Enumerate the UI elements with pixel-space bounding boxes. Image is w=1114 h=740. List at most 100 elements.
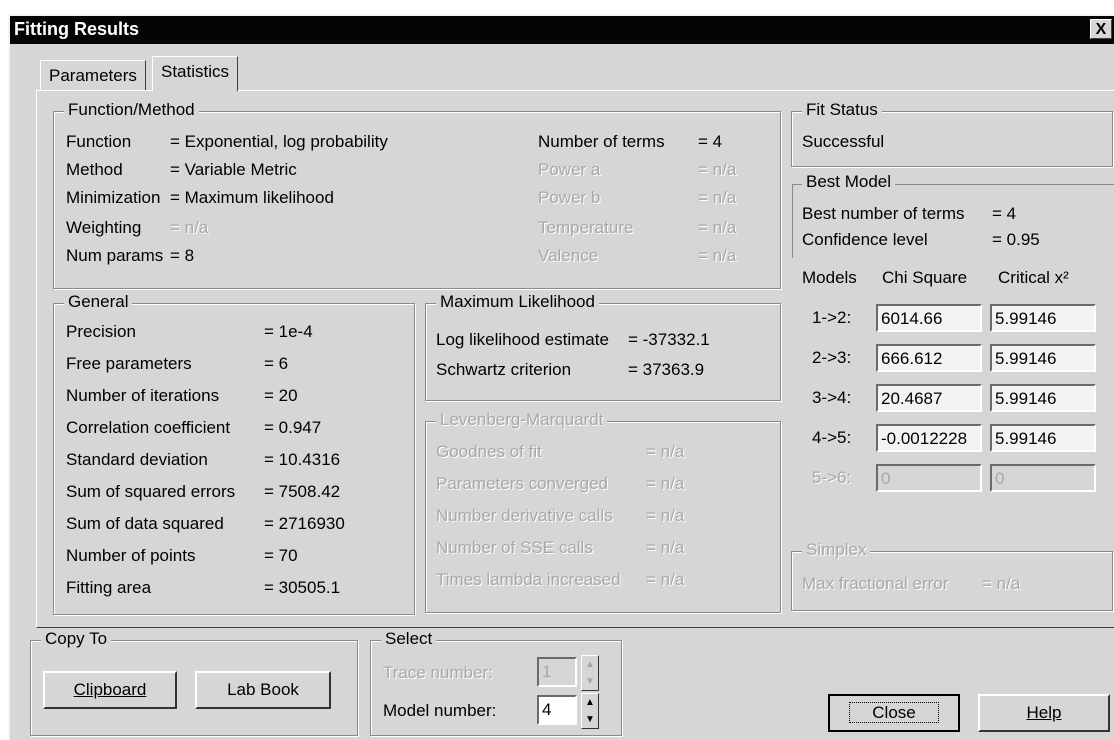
num-points-label: Number of points xyxy=(66,546,196,565)
model-row-4-label: 4->5: xyxy=(812,428,852,447)
log-likelihood-label: Log likelihood estimate xyxy=(436,330,609,349)
best-model-legend: Best Model xyxy=(802,172,896,192)
fit-status-value: Successful xyxy=(802,132,885,151)
best-terms-value: = 4 xyxy=(992,204,1017,223)
function-method-legend: Function/Method xyxy=(64,100,199,120)
schwartz-label: Schwartz criterion xyxy=(436,360,572,379)
data-squared-label: Sum of data squared xyxy=(66,514,224,533)
free-parameters-value: = 6 xyxy=(264,354,289,373)
confidence-value: = 0.95 xyxy=(992,230,1040,249)
close-button-label: Close xyxy=(849,702,939,723)
method-value: = Variable Metric xyxy=(170,160,297,179)
clipboard-button[interactable]: Clipboard xyxy=(43,671,177,709)
fit-status-legend: Fit Status xyxy=(802,100,882,120)
iterations-label: Number of iterations xyxy=(66,386,220,405)
close-button[interactable]: Close xyxy=(828,694,960,732)
correlation-value: = 0.947 xyxy=(264,418,322,437)
sse-label: Sum of squared errors xyxy=(66,482,236,501)
chi-square-field-1[interactable]: 6014.66 xyxy=(876,304,982,332)
general-legend: General xyxy=(64,292,133,312)
temperature-value: = n/a xyxy=(698,218,737,237)
derivative-calls-label: Number derivative calls xyxy=(436,506,613,525)
max-fractional-error-label: Max fractional error xyxy=(802,574,949,593)
lab-book-button-label: Lab Book xyxy=(227,680,299,699)
copy-to-group: Copy To Clipboard Lab Book xyxy=(30,629,358,736)
lm-legend: Levenberg-Marquardt xyxy=(436,410,608,430)
select-legend: Select xyxy=(381,629,437,649)
lambda-increased-label: Times lambda increased xyxy=(436,570,621,589)
lambda-increased-value: = n/a xyxy=(646,570,685,589)
model-row-3-label: 3->4: xyxy=(812,388,852,407)
minimization-value: = Maximum likelihood xyxy=(170,188,334,207)
fitting-area-value: = 30505.1 xyxy=(264,578,341,597)
sse-calls-value: = n/a xyxy=(646,538,685,557)
derivative-calls-value: = n/a xyxy=(646,506,685,525)
sse-calls-label: Number of SSE calls xyxy=(436,538,593,557)
model-row-2-label: 2->3: xyxy=(812,348,852,367)
weighting-value: = n/a xyxy=(170,218,209,237)
tab-parameters[interactable]: Parameters xyxy=(40,60,146,90)
title-bar: Fitting Results X xyxy=(10,16,1114,44)
best-terms-label: Best number of terms xyxy=(802,204,965,223)
critical-field-4[interactable]: 5.99146 xyxy=(990,424,1096,452)
critical-field-1[interactable]: 5.99146 xyxy=(990,304,1096,332)
max-likelihood-legend: Maximum Likelihood xyxy=(436,292,599,312)
levenberg-marquardt-group: Levenberg-Marquardt Goodnes of fit = n/a… xyxy=(425,410,781,613)
chi-square-field-4[interactable]: -0.0012228 xyxy=(876,424,982,452)
simplex-group: Simplex Max fractional error = n/a xyxy=(791,540,1113,611)
model-row-1-label: 1->2: xyxy=(812,308,852,327)
power-a-label: Power a xyxy=(538,160,601,179)
num-params-value: = 8 xyxy=(170,246,195,265)
simplex-legend: Simplex xyxy=(802,540,871,560)
chi-square-field-2[interactable]: 666.612 xyxy=(876,344,982,372)
number-of-terms-label: Number of terms xyxy=(538,132,665,151)
clipboard-button-label: Clipboard xyxy=(73,680,147,699)
critical-field-2[interactable]: 5.99146 xyxy=(990,344,1096,372)
valence-label: Valence xyxy=(538,246,599,265)
critical-field-3[interactable]: 5.99146 xyxy=(990,384,1096,412)
chi-square-header: Chi Square xyxy=(882,268,968,287)
general-group: General Precision = 1e-4 Free parameters… xyxy=(53,292,415,615)
number-of-terms-value: = 4 xyxy=(698,132,723,151)
power-a-value: = n/a xyxy=(698,160,737,179)
params-converged-label: Parameters converged xyxy=(436,474,608,493)
num-params-label: Num params xyxy=(66,246,164,265)
function-value: = Exponential, log probability xyxy=(170,132,388,151)
log-likelihood-value: = -37332.1 xyxy=(628,330,710,349)
model-number-spinner[interactable]: ▲ ▼ xyxy=(581,693,599,729)
trace-number-spinner: ▲ ▼ xyxy=(581,655,599,691)
goodness-of-fit-value: = n/a xyxy=(646,442,685,461)
free-parameters-label: Free parameters xyxy=(66,354,192,373)
tab-statistics[interactable]: Statistics xyxy=(152,56,239,91)
weighting-label: Weighting xyxy=(66,218,142,237)
schwartz-value: = 37363.9 xyxy=(628,360,705,379)
iterations-value: = 20 xyxy=(264,386,298,405)
std-dev-value: = 10.4316 xyxy=(264,450,341,469)
copy-to-legend: Copy To xyxy=(41,629,112,649)
lab-book-button[interactable]: Lab Book xyxy=(195,671,331,709)
params-converged-value: = n/a xyxy=(646,474,685,493)
power-b-label: Power b xyxy=(538,188,601,207)
select-group: Select Trace number: 1 ▲ ▼ Model number: … xyxy=(370,629,622,736)
critical-field-5: 0 xyxy=(990,464,1096,492)
chi-square-field-5: 0 xyxy=(876,464,982,492)
trace-number-input: 1 xyxy=(537,657,577,687)
max-fractional-error-value: = n/a xyxy=(982,574,1021,593)
goodness-of-fit-label: Goodnes of fit xyxy=(436,442,542,461)
models-header: Models xyxy=(802,268,857,287)
close-window-button[interactable]: X xyxy=(1090,19,1112,39)
function-label: Function xyxy=(66,132,132,151)
statistics-panel: Function/Method Function = Exponential, … xyxy=(36,90,1114,628)
chi-square-field-3[interactable]: 20.4687 xyxy=(876,384,982,412)
help-button[interactable]: Help xyxy=(978,694,1110,732)
minimization-label: Minimization xyxy=(66,188,161,207)
fitting-area-label: Fitting area xyxy=(66,578,152,597)
model-number-label: Model number: xyxy=(383,701,497,720)
function-method-group: Function/Method Function = Exponential, … xyxy=(53,100,781,289)
trace-number-label: Trace number: xyxy=(383,663,493,682)
model-number-input[interactable]: 4 xyxy=(537,695,577,725)
temperature-label: Temperature xyxy=(538,218,634,237)
method-label: Method xyxy=(66,160,123,179)
window-title: Fitting Results xyxy=(14,19,139,39)
help-button-label: Help xyxy=(1026,703,1062,722)
